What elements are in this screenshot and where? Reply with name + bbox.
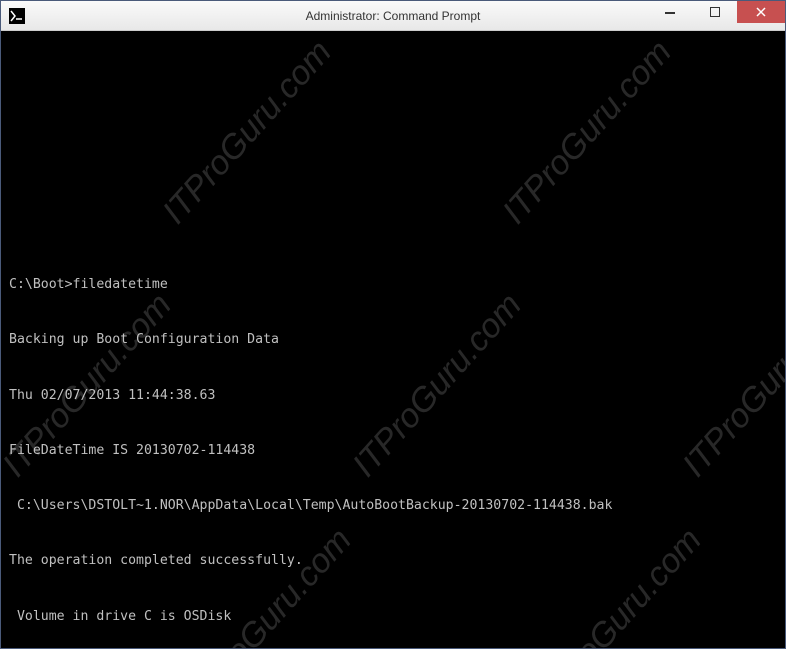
terminal-line <box>9 221 777 239</box>
title-bar[interactable]: Administrator: Command Prompt <box>1 1 785 31</box>
maximize-button[interactable] <box>692 1 737 23</box>
prompt-line: C:\Boot>filedatetime <box>9 276 777 294</box>
output-line: FileDateTime IS 20130702-114438 <box>9 442 777 460</box>
output-line: Thu 02/07/2013 11:44:38.63 <box>9 387 777 405</box>
command-input: filedatetime <box>73 277 168 292</box>
output-line: The operation completed successfully. <box>9 552 777 570</box>
output-line: Volume in drive C is OSDisk <box>9 608 777 626</box>
watermark: ITProGuru.com <box>503 40 672 225</box>
prompt: C:\Boot> <box>9 277 73 292</box>
watermark: ITProGuru.com <box>533 528 702 648</box>
close-button[interactable] <box>737 1 785 23</box>
close-icon <box>756 7 766 17</box>
watermark: ITProGuru.com <box>183 528 352 648</box>
output-line: Backing up Boot Configuration Data <box>9 331 777 349</box>
cmd-window: Administrator: Command Prompt ITProGuru.… <box>0 0 786 649</box>
watermark: ITProGuru.com <box>163 40 332 225</box>
terminal-area[interactable]: ITProGuru.com ITProGuru.com ITProGuru.co… <box>1 31 785 648</box>
output-line: C:\Users\DSTOLT~1.NOR\AppData\Local\Temp… <box>9 497 777 515</box>
minimize-icon <box>665 7 675 17</box>
window-controls <box>647 1 785 23</box>
maximize-icon <box>710 7 720 17</box>
minimize-button[interactable] <box>647 1 692 23</box>
cmd-icon <box>9 8 25 24</box>
